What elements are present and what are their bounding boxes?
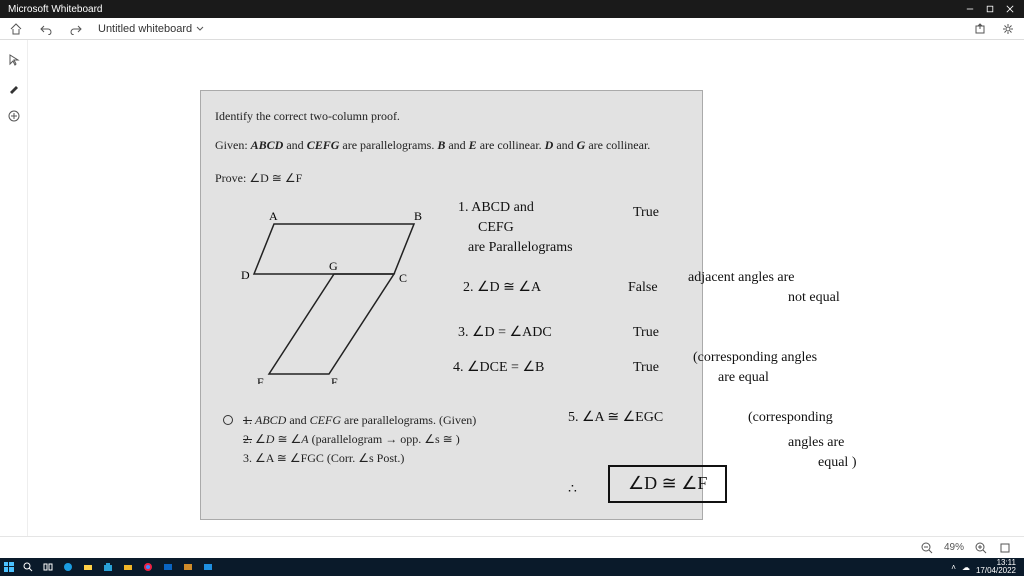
label-C: C xyxy=(399,271,407,285)
hand-1: 1. ABCD and xyxy=(458,200,534,217)
taskbar-app-icon[interactable] xyxy=(198,558,218,576)
taskbar-folder-icon[interactable] xyxy=(118,558,138,576)
fit-screen-button[interactable] xyxy=(998,541,1012,555)
redo-button[interactable] xyxy=(68,21,84,37)
doc-text: Identify the correct two-column proof. G… xyxy=(201,91,702,204)
window-controls xyxy=(960,0,1020,18)
taskbar-edge[interactable] xyxy=(58,558,78,576)
hand-2e2: not equal xyxy=(788,290,840,307)
taskbar-taskview[interactable] xyxy=(38,558,58,576)
taskbar-store[interactable] xyxy=(98,558,118,576)
given-text: ABCD and CEFG are parallelograms. B and … xyxy=(251,138,651,152)
proof-l2: ∠D ≅ ∠A (parallelogram → opp. ∠s ≅ ) xyxy=(255,432,460,446)
hand-4r: True xyxy=(633,360,659,377)
label-D: D xyxy=(241,268,250,282)
home-icon[interactable] xyxy=(8,21,24,37)
proof-l3: 3. ∠A ≅ ∠FGC (Corr. ∠s Post.) xyxy=(243,451,683,466)
hand-2r: False xyxy=(628,280,658,297)
chevron-down-icon xyxy=(196,25,204,33)
hand-5: 5. ∠A ≅ ∠EGC xyxy=(568,410,663,427)
taskbar-chrome[interactable] xyxy=(138,558,158,576)
hand-4e: (corresponding angles xyxy=(693,350,817,367)
hand-4e2: are equal xyxy=(718,370,769,387)
proof-l1-num: 1. xyxy=(243,413,252,427)
hand-1r: True xyxy=(633,205,659,222)
windows-taskbar: ˄ ☁ 13:11 17/04/2022 xyxy=(0,558,1024,576)
zoom-out-button[interactable] xyxy=(920,541,934,555)
start-button[interactable] xyxy=(0,558,18,576)
undo-button[interactable] xyxy=(38,21,54,37)
hand-2: 2. ∠D ≅ ∠A xyxy=(463,280,541,297)
instruction-text: Identify the correct two-column proof. xyxy=(215,109,688,124)
hand-1b: CEFG xyxy=(478,220,514,237)
label-B: B xyxy=(414,209,422,223)
label-G: G xyxy=(329,259,338,273)
tray-clock[interactable]: 13:11 17/04/2022 xyxy=(976,559,1016,575)
hand-5e: (corresponding xyxy=(748,410,833,427)
zoom-percent: 49% xyxy=(944,542,964,553)
label-E: E xyxy=(331,375,338,384)
prove-text: ∠D ≅ ∠F xyxy=(249,171,302,185)
zoom-bar: 49% xyxy=(0,536,1024,558)
label-F: F xyxy=(257,375,264,384)
hand-3: 3. ∠D = ∠ADC xyxy=(458,325,552,342)
document-title: Untitled whiteboard xyxy=(98,23,192,35)
proof-l1: ABCD and CEFG are parallelograms. (Given… xyxy=(255,413,476,427)
prove-label: Prove: xyxy=(215,171,246,185)
top-toolbar: Untitled whiteboard xyxy=(0,18,1024,40)
taskbar-word[interactable] xyxy=(178,558,198,576)
add-tool[interactable] xyxy=(6,108,22,124)
whiteboard-canvas[interactable]: Identify the correct two-column proof. G… xyxy=(28,40,1024,536)
system-tray: ˄ ☁ 13:11 17/04/2022 xyxy=(951,559,1024,575)
tray-chevron-icon[interactable]: ˄ xyxy=(951,563,956,572)
hand-5e3: equal ) xyxy=(818,455,856,472)
share-icon[interactable] xyxy=(972,21,988,37)
option-circle xyxy=(223,415,233,425)
taskbar-explorer[interactable] xyxy=(78,558,98,576)
hand-3r: True xyxy=(633,325,659,342)
hand-5e2: angles are xyxy=(788,435,844,452)
tray-cloud-icon[interactable]: ☁ xyxy=(962,563,970,572)
hand-4: 4. ∠DCE = ∠B xyxy=(453,360,544,377)
inserted-image[interactable]: Identify the correct two-column proof. G… xyxy=(200,90,703,520)
left-toolbar xyxy=(0,40,28,558)
taskbar-outlook[interactable] xyxy=(158,558,178,576)
app-title: Microsoft Whiteboard xyxy=(4,4,102,15)
ink-tool[interactable] xyxy=(6,80,22,96)
workspace: ✕ Identify the correct two-column proof.… xyxy=(0,40,1024,558)
tray-date: 17/04/2022 xyxy=(976,567,1016,575)
label-A: A xyxy=(269,209,278,223)
cursor-tool[interactable] xyxy=(6,52,22,68)
given-label: Given: xyxy=(215,138,248,152)
proof-l2-num: 2. xyxy=(243,432,252,446)
close-button[interactable] xyxy=(1000,0,1020,18)
zoom-in-button[interactable] xyxy=(974,541,988,555)
given-line: Given: ABCD and CEFG are parallelograms.… xyxy=(215,138,688,153)
document-title-dropdown[interactable]: Untitled whiteboard xyxy=(98,23,204,35)
prove-line: Prove: ∠D ≅ ∠F xyxy=(215,171,688,186)
hand-box: ∠D ≅ ∠F xyxy=(608,465,727,503)
hand-2e: adjacent angles are xyxy=(688,270,795,287)
maximize-button[interactable] xyxy=(980,0,1000,18)
hand-1c: are Parallelograms xyxy=(468,240,573,257)
window-titlebar: Microsoft Whiteboard xyxy=(0,0,1024,18)
minimize-button[interactable] xyxy=(960,0,980,18)
hand-therefore: ∴ xyxy=(568,482,577,499)
settings-icon[interactable] xyxy=(1000,21,1016,37)
taskbar-search[interactable] xyxy=(18,558,38,576)
